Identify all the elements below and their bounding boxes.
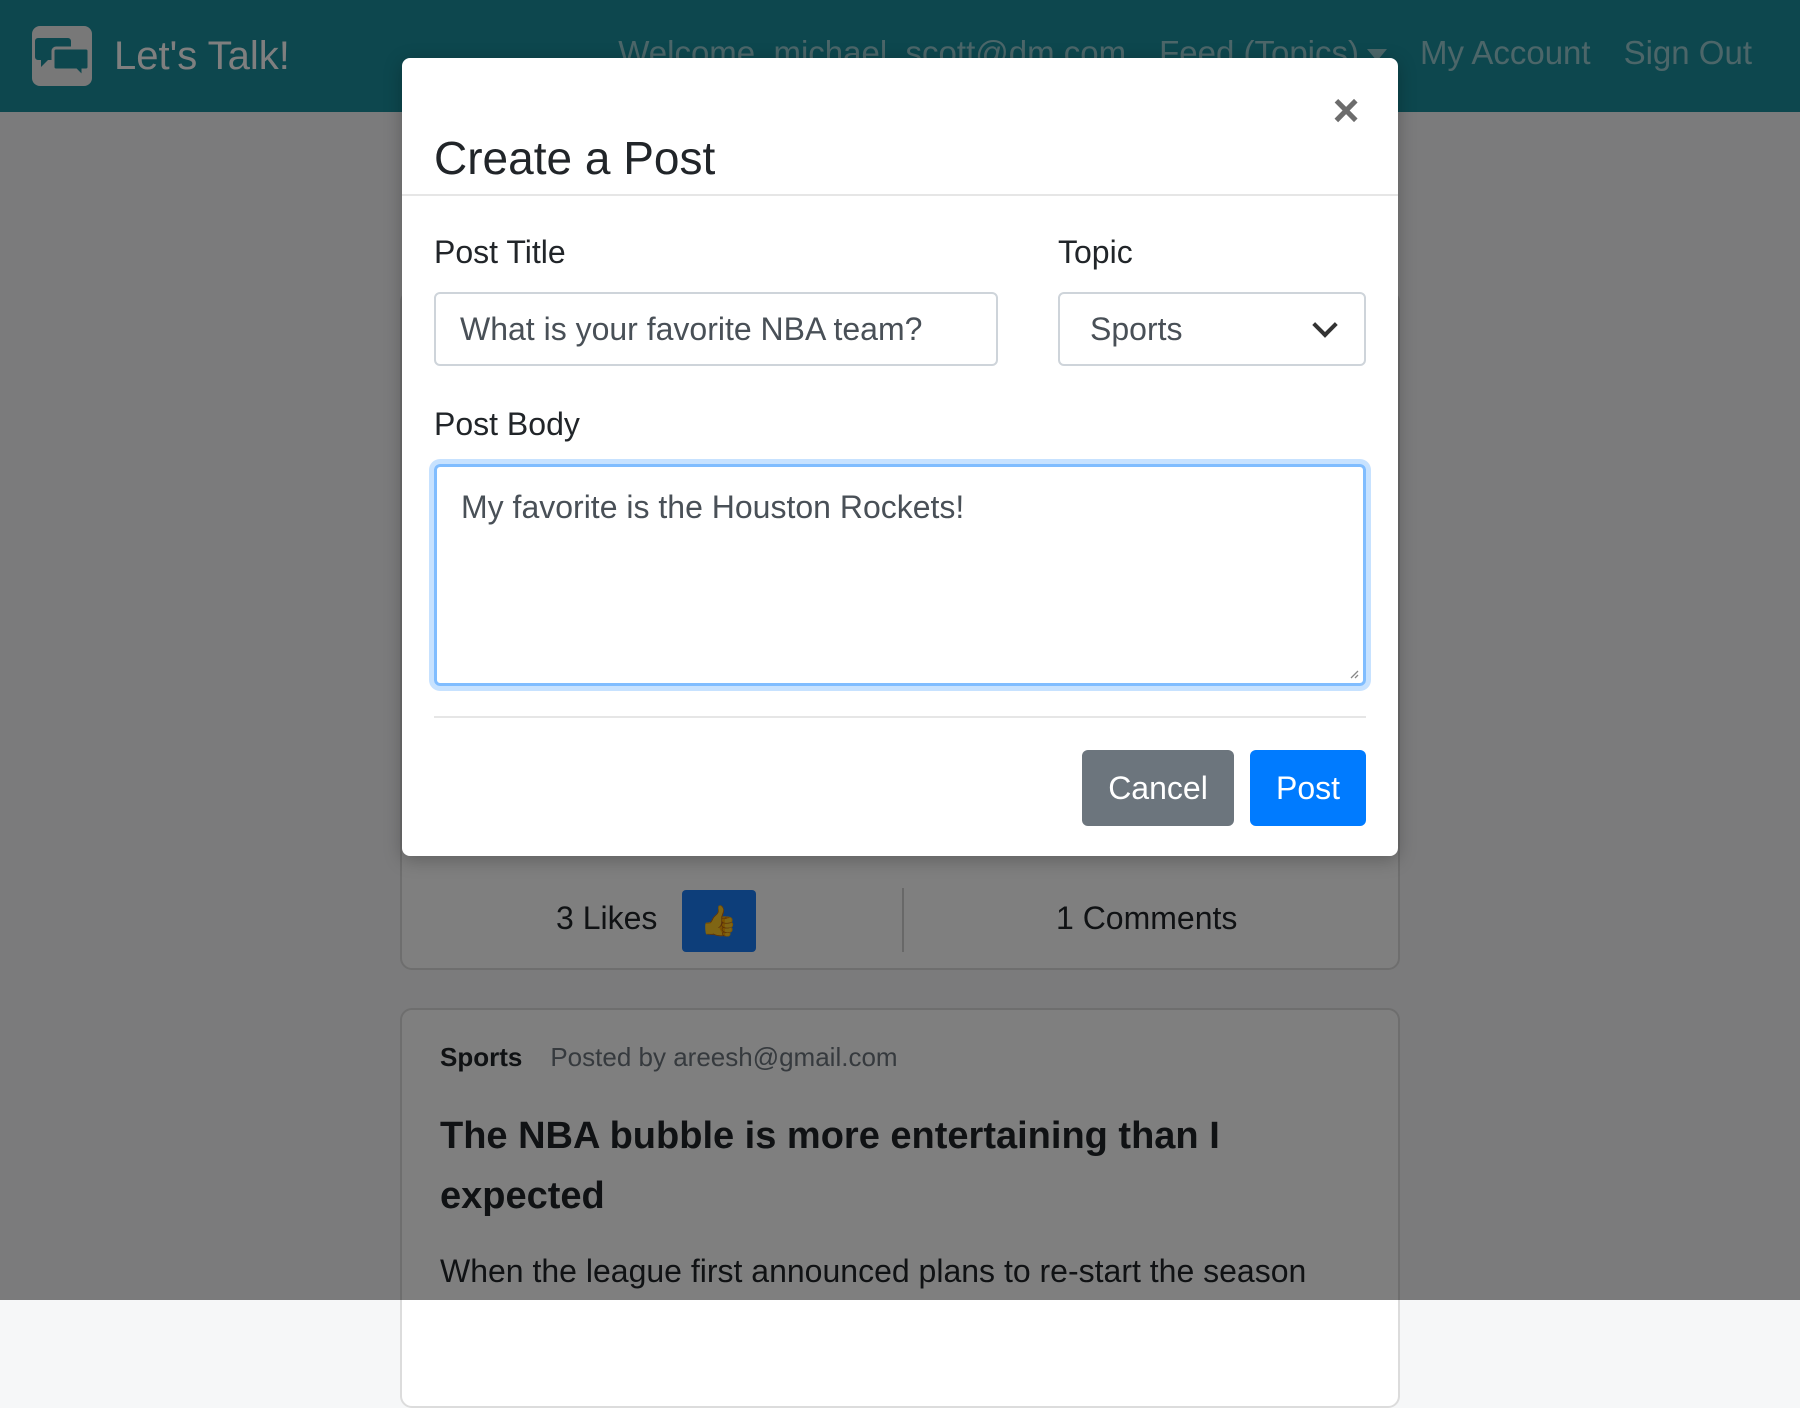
topic-label: Topic — [1058, 234, 1133, 270]
post-title-value: What is your favorite NBA team? — [460, 310, 923, 347]
close-icon[interactable]: × — [1324, 84, 1368, 136]
cancel-button[interactable]: Cancel — [1082, 750, 1234, 826]
post-body-textarea[interactable]: My favorite is the Houston Rockets! — [434, 464, 1366, 686]
post-title-input[interactable]: What is your favorite NBA team? — [434, 292, 998, 366]
modal-header-divider — [402, 194, 1398, 196]
post-body-label: Post Body — [434, 406, 580, 442]
post-body-value: My favorite is the Houston Rockets! — [461, 489, 965, 525]
modal-title: Create a Post — [434, 132, 716, 184]
topic-select[interactable]: Sports — [1058, 292, 1366, 366]
modal-footer-divider — [434, 716, 1366, 718]
resize-grip-icon[interactable] — [1349, 669, 1359, 679]
topic-select-value: Sports — [1090, 310, 1183, 347]
create-post-modal: Create a Post × Post Title What is your … — [402, 58, 1398, 856]
post-button[interactable]: Post — [1250, 750, 1366, 826]
chevron-down-icon — [1312, 312, 1338, 338]
post-title-label: Post Title — [434, 234, 566, 270]
